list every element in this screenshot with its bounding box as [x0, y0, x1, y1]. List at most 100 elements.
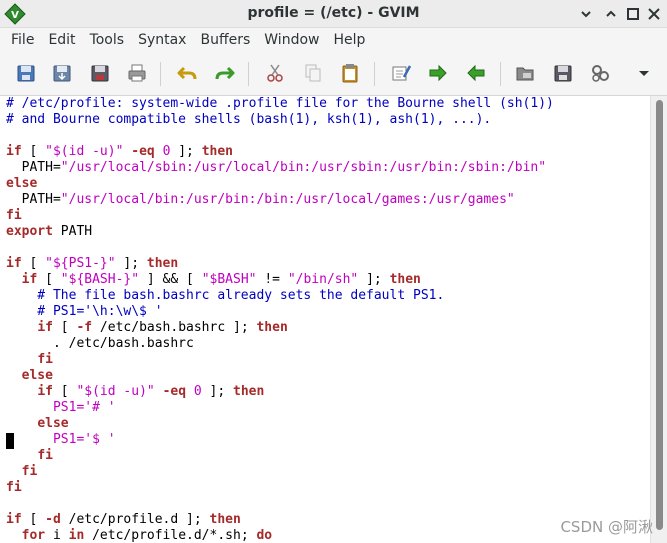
- cut-icon[interactable]: [264, 62, 286, 84]
- code-line[interactable]: else: [6, 176, 37, 192]
- code-token: then: [233, 384, 265, 399]
- redo-icon[interactable]: [214, 62, 236, 84]
- code-token: ] && [: [139, 272, 202, 287]
- code-token: [: [21, 512, 46, 527]
- code-line[interactable]: else: [6, 368, 53, 384]
- code-line[interactable]: if [ -d /etc/profile.d ]; then: [6, 512, 241, 528]
- menu-window[interactable]: Window: [257, 28, 326, 52]
- print-icon[interactable]: [126, 62, 148, 84]
- toolbar-separator: [500, 62, 501, 86]
- code-token: /etc/profile.d ];: [60, 512, 210, 527]
- code-token: 0: [193, 384, 202, 399]
- code-token: . /etc/bash.bashrc: [6, 336, 194, 351]
- text-cursor: [6, 433, 14, 449]
- open-icon[interactable]: [15, 62, 37, 84]
- vertical-scrollbar[interactable]: [650, 96, 667, 543]
- code-token: /etc/bash.bashrc ];: [92, 320, 257, 335]
- undo-icon[interactable]: [176, 62, 198, 84]
- save-session-icon[interactable]: [552, 62, 574, 84]
- code-line[interactable]: fi: [6, 464, 38, 480]
- code-token: "$(id -u)": [45, 144, 124, 159]
- code-line[interactable]: # /etc/profile: system-wide .profile fil…: [6, 96, 554, 112]
- toolbar-separator: [248, 62, 249, 86]
- code-token: else: [21, 368, 53, 383]
- code-token: then: [256, 320, 288, 335]
- find-next-icon[interactable]: [427, 62, 449, 84]
- restore-icon[interactable]: [625, 6, 641, 22]
- close-icon[interactable]: [646, 6, 662, 22]
- code-line[interactable]: PS1='$ ': [6, 432, 116, 448]
- code-line[interactable]: else: [6, 416, 68, 432]
- menu-buffers[interactable]: Buffers: [193, 28, 257, 52]
- more-icon[interactable]: [633, 62, 655, 84]
- copy-icon[interactable]: [302, 62, 324, 84]
- find-prev-icon[interactable]: [465, 62, 487, 84]
- run-script-icon[interactable]: [589, 62, 611, 84]
- code-token: -d: [45, 512, 61, 527]
- code-token: -eq: [162, 384, 187, 399]
- maximize-icon[interactable]: [603, 6, 619, 22]
- code-token: [: [21, 144, 46, 159]
- code-token: "${BASH-}": [60, 272, 140, 287]
- watermark: CSDN @阿湫: [560, 518, 653, 536]
- code-line[interactable]: . /etc/bash.bashrc: [6, 336, 194, 352]
- code-line[interactable]: if [ "$(id -u)" -eq 0 ]; then: [6, 384, 264, 400]
- load-session-icon[interactable]: [514, 62, 536, 84]
- save-icon[interactable]: [51, 62, 73, 84]
- code-line[interactable]: fi: [6, 352, 53, 368]
- minimize-icon[interactable]: [578, 6, 594, 22]
- code-line[interactable]: if [ "$(id -u)" -eq 0 ]; then: [6, 144, 233, 160]
- text-editor[interactable]: # /etc/profile: system-wide .profile fil…: [0, 96, 650, 543]
- code-token: [: [52, 384, 77, 399]
- code-token: PATH: [52, 224, 93, 239]
- code-token: if: [6, 256, 22, 271]
- toolbar: [0, 52, 667, 96]
- paste-icon[interactable]: [339, 62, 361, 84]
- code-token: if: [37, 384, 53, 399]
- code-token: export: [6, 224, 53, 239]
- code-token: fi: [6, 208, 22, 223]
- toolbar-separator: [160, 62, 161, 86]
- code-line[interactable]: # PS1='\h:\w\$ ': [6, 304, 163, 320]
- code-line[interactable]: # The file bash.bashrc already sets the …: [6, 288, 444, 304]
- menu-edit[interactable]: Edit: [41, 28, 82, 52]
- code-line[interactable]: if [ "${BASH-}" ] && [ "$BASH" != "/bin/…: [6, 272, 421, 288]
- code-token: for: [21, 528, 46, 543]
- code-line[interactable]: for i in /etc/profile.d/*.sh; do: [6, 528, 272, 543]
- code-token: fi: [37, 448, 53, 463]
- code-line[interactable]: fi: [6, 208, 22, 224]
- code-line[interactable]: fi: [6, 480, 22, 496]
- menu-help[interactable]: Help: [326, 28, 372, 52]
- code-token: [: [37, 272, 61, 287]
- code-line[interactable]: export PATH: [6, 224, 92, 240]
- code-token: # PS1='\h:\w\$ ': [6, 304, 163, 319]
- code-line[interactable]: PATH="/usr/local/sbin:/usr/local/bin:/us…: [6, 160, 546, 176]
- scrollbar-thumb[interactable]: [656, 100, 663, 530]
- code-line[interactable]: if [ -f /etc/bash.bashrc ]; then: [6, 320, 288, 336]
- menu-file[interactable]: File: [4, 28, 41, 52]
- menu-tools[interactable]: Tools: [83, 28, 132, 52]
- code-token: then: [389, 272, 421, 287]
- code-token: "${PS1-}": [45, 256, 116, 271]
- menu-bar: File Edit Tools Syntax Buffers Window He…: [0, 28, 667, 52]
- code-line[interactable]: # and Bourne compatible shells (bash(1),…: [6, 112, 491, 128]
- code-token: "/usr/local/bin:/usr/bin:/bin:/usr/local…: [60, 192, 515, 207]
- replace-icon[interactable]: [390, 62, 412, 84]
- code-line[interactable]: if [ "${PS1-}" ]; then: [6, 256, 178, 272]
- code-token: ];: [201, 384, 234, 399]
- code-token: /etc/profile.d/*.sh;: [84, 528, 257, 543]
- code-line[interactable]: PATH="/usr/local/bin:/usr/bin:/bin:/usr/…: [6, 192, 515, 208]
- menu-syntax[interactable]: Syntax: [131, 28, 193, 52]
- code-token: if: [6, 144, 22, 159]
- code-token: ];: [115, 256, 147, 271]
- code-line[interactable]: PS1='# ': [6, 400, 116, 416]
- code-token: [: [21, 256, 46, 271]
- code-line[interactable]: fi: [6, 448, 53, 464]
- save-all-icon[interactable]: [89, 62, 111, 84]
